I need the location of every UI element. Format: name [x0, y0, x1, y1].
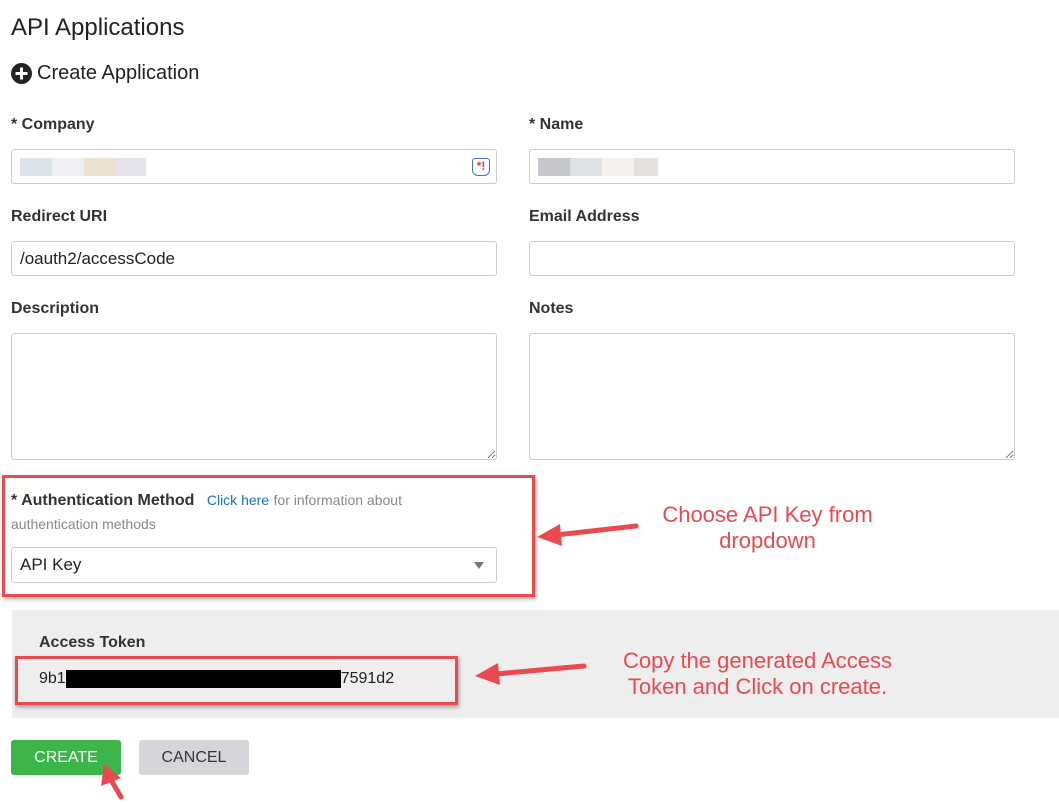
annotation-arrows [101, 523, 639, 800]
token-arrow-icon [475, 663, 587, 685]
create-arrow-icon [101, 764, 124, 800]
auth-arrow-icon [537, 523, 639, 546]
